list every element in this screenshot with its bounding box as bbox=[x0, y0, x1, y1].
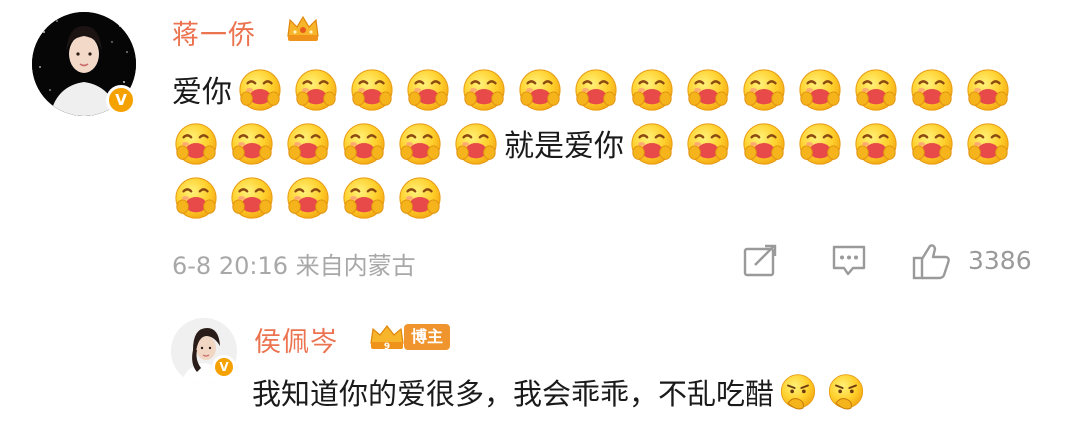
crown-icon: 9 bbox=[368, 323, 406, 357]
hug-emoji-icon bbox=[285, 121, 331, 167]
comment-meta: 6-8 20:16 来自内蒙古 bbox=[172, 252, 416, 280]
hug-emoji-icon bbox=[453, 121, 499, 167]
hug-emoji-icon bbox=[573, 67, 619, 113]
hug-emoji-icon bbox=[397, 121, 443, 167]
thinking-emoji-icon bbox=[778, 373, 818, 413]
share-icon[interactable] bbox=[743, 243, 779, 281]
hug-emoji-icon bbox=[341, 121, 387, 167]
hug-emoji-icon bbox=[237, 67, 283, 113]
comment-text-part-1: 爱你 bbox=[172, 75, 232, 110]
hug-emoji-icon bbox=[229, 175, 275, 221]
hug-emoji-icon bbox=[285, 175, 331, 221]
comment-text-part-2: 就是爱你 bbox=[504, 129, 624, 164]
thinking-emoji-icon bbox=[826, 373, 866, 413]
hug-emoji-icon bbox=[229, 121, 275, 167]
hug-emoji-icon bbox=[853, 121, 899, 167]
hug-emoji-icon bbox=[397, 175, 443, 221]
comment-text: 爱你 就是爱你 bbox=[172, 66, 1052, 228]
hug-emoji-icon bbox=[341, 175, 387, 221]
hug-emoji-icon bbox=[909, 121, 955, 167]
like-count: 3386 bbox=[968, 246, 1032, 275]
hug-emoji-icon bbox=[349, 67, 395, 113]
reply-text-content: 我知道你的爱很多，我会乖乖，不乱吃醋 bbox=[252, 377, 775, 411]
reply-verified-badge: V bbox=[212, 355, 236, 379]
hug-emoji-icon bbox=[293, 67, 339, 113]
hug-emoji-icon bbox=[173, 175, 219, 221]
reply-text: 我知道你的爱很多，我会乖乖，不乱吃醋 bbox=[252, 373, 870, 414]
hug-emoji-icon bbox=[965, 67, 1011, 113]
hug-emoji-icon bbox=[797, 121, 843, 167]
hug-emoji-icon bbox=[685, 121, 731, 167]
comment-username[interactable]: 蒋一侨 bbox=[172, 13, 256, 52]
verified-badge: V bbox=[106, 85, 136, 115]
hug-emoji-icon bbox=[965, 121, 1011, 167]
hug-emoji-icon bbox=[797, 67, 843, 113]
hug-emoji-icon bbox=[405, 67, 451, 113]
hug-emoji-icon bbox=[629, 121, 675, 167]
hug-emoji-icon bbox=[909, 67, 955, 113]
reply-username[interactable]: 侯佩岑 bbox=[254, 320, 338, 359]
comment-icon[interactable] bbox=[831, 243, 867, 281]
hug-emoji-icon bbox=[741, 121, 787, 167]
hug-emoji-icon bbox=[173, 121, 219, 167]
hug-emoji-icon bbox=[517, 67, 563, 113]
crown-icon bbox=[286, 14, 320, 48]
hug-emoji-icon bbox=[853, 67, 899, 113]
hug-emoji-icon bbox=[685, 67, 731, 113]
crown-level: 9 bbox=[384, 342, 390, 352]
thumbs-up-icon[interactable] bbox=[912, 242, 952, 284]
hug-emoji-icon bbox=[461, 67, 507, 113]
hug-emoji-icon bbox=[629, 67, 675, 113]
blogger-badge: 博主 bbox=[404, 324, 451, 350]
hug-emoji-icon bbox=[741, 67, 787, 113]
